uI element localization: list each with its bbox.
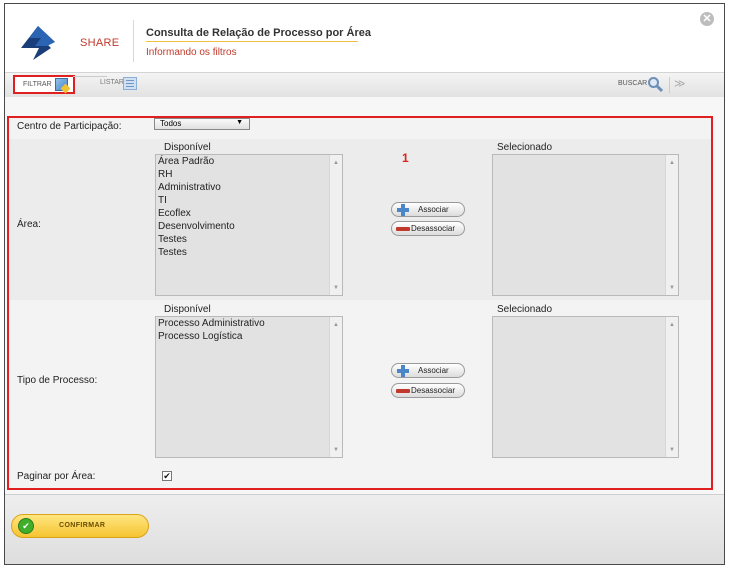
list-item[interactable]: Ecoflex [156, 207, 342, 220]
tab-listar[interactable]: LISTAR [100, 79, 124, 86]
plus-icon [397, 204, 409, 216]
tipo-available-list[interactable]: Processo Administrativo Processo Logístic… [155, 316, 343, 458]
tab-filtrar-label: FILTRAR [23, 81, 52, 88]
magnifier-icon[interactable] [647, 76, 663, 92]
list-item[interactable]: Área Padrão [156, 155, 342, 168]
scroll-down-icon[interactable]: ▼ [333, 447, 339, 453]
title-underline [146, 41, 358, 42]
area-selected-header: Selecionado [497, 142, 553, 153]
dropdown-arrow-icon: ▼ [236, 119, 243, 126]
tipo-selected-list[interactable]: ▲ ▼ [492, 316, 679, 458]
share-logo [21, 26, 55, 60]
dialog-header: SHARE Consulta de Relação de Processo po… [5, 4, 724, 72]
desassociar-label: Desassociar [411, 224, 456, 233]
header-divider [133, 20, 134, 62]
tipo-available-header: Disponível [164, 304, 211, 315]
list-item[interactable]: Testes [156, 246, 342, 259]
scroll-down-icon[interactable]: ▼ [333, 285, 339, 291]
scrollbar[interactable]: ▲ ▼ [329, 155, 342, 295]
list-item[interactable]: TI [156, 194, 342, 207]
area-desassociar-button[interactable]: Desassociar [391, 221, 465, 236]
tipo-desassociar-button[interactable]: Desassociar [391, 383, 465, 398]
centro-select-value: Todos [160, 119, 182, 128]
paginar-checkbox[interactable]: ✔ [162, 471, 172, 481]
area-label: Área: [17, 219, 41, 230]
centro-label: Centro de Participação: [17, 121, 122, 132]
centro-select[interactable]: Todos ▼ [154, 118, 250, 130]
toolbar-divider [669, 77, 670, 93]
minus-icon [396, 227, 410, 231]
list-item[interactable]: RH [156, 168, 342, 181]
area-available-header: Disponível [164, 142, 211, 153]
close-icon[interactable]: ✕ [700, 12, 714, 26]
list-item[interactable]: Testes [156, 233, 342, 246]
chevron-double-down-icon[interactable]: ≫ [674, 77, 686, 90]
tipo-associar-button[interactable]: Associar [391, 363, 465, 378]
scroll-up-icon[interactable]: ▲ [333, 160, 339, 166]
list-icon[interactable] [123, 77, 137, 90]
step-marker: 1 [402, 151, 409, 165]
minus-icon [396, 389, 410, 393]
scroll-up-icon[interactable]: ▲ [669, 160, 675, 166]
associar-label: Associar [418, 366, 449, 375]
area-available-list[interactable]: Área Padrão RH Administrativo TI Ecoflex Dese… [155, 154, 343, 296]
desassociar-label: Desassociar [411, 386, 456, 395]
scroll-up-icon[interactable]: ▲ [333, 322, 339, 328]
page-subtitle: Informando os filtros [146, 47, 237, 58]
tab-bar: FILTRAR LISTAR BUSCAR ≫ [5, 72, 724, 98]
check-circle-icon: ✔ [18, 518, 34, 534]
tab-filtrar[interactable]: FILTRAR [13, 75, 75, 94]
list-item[interactable]: Administrativo [156, 181, 342, 194]
buscar-label[interactable]: BUSCAR [618, 80, 647, 87]
plus-icon [397, 365, 409, 377]
list-item[interactable]: Desenvolvimento [156, 220, 342, 233]
brand-name: SHARE [80, 37, 120, 49]
confirm-label: CONFIRMAR [59, 522, 106, 529]
tipo-selected-header: Selecionado [497, 304, 553, 315]
associar-label: Associar [418, 205, 449, 214]
scrollbar[interactable]: ▲ ▼ [665, 155, 678, 295]
scrollbar[interactable]: ▲ ▼ [329, 317, 342, 457]
scroll-down-icon[interactable]: ▼ [669, 285, 675, 291]
paginar-label: Paginar por Área: [17, 471, 96, 482]
scrollbar[interactable]: ▲ ▼ [665, 317, 678, 457]
area-associar-button[interactable]: Associar [391, 202, 465, 217]
scroll-down-icon[interactable]: ▼ [669, 447, 675, 453]
page-title: Consulta de Relação de Processo por Área [146, 27, 371, 39]
confirm-button[interactable]: ✔ CONFIRMAR [11, 514, 149, 538]
filter-edit-icon [55, 78, 68, 91]
list-item[interactable]: Processo Logística [156, 330, 342, 343]
list-item[interactable]: Processo Administrativo [156, 317, 342, 330]
area-selected-list[interactable]: ▲ ▼ [492, 154, 679, 296]
tipo-label: Tipo de Processo: [17, 375, 98, 386]
scroll-up-icon[interactable]: ▲ [669, 322, 675, 328]
